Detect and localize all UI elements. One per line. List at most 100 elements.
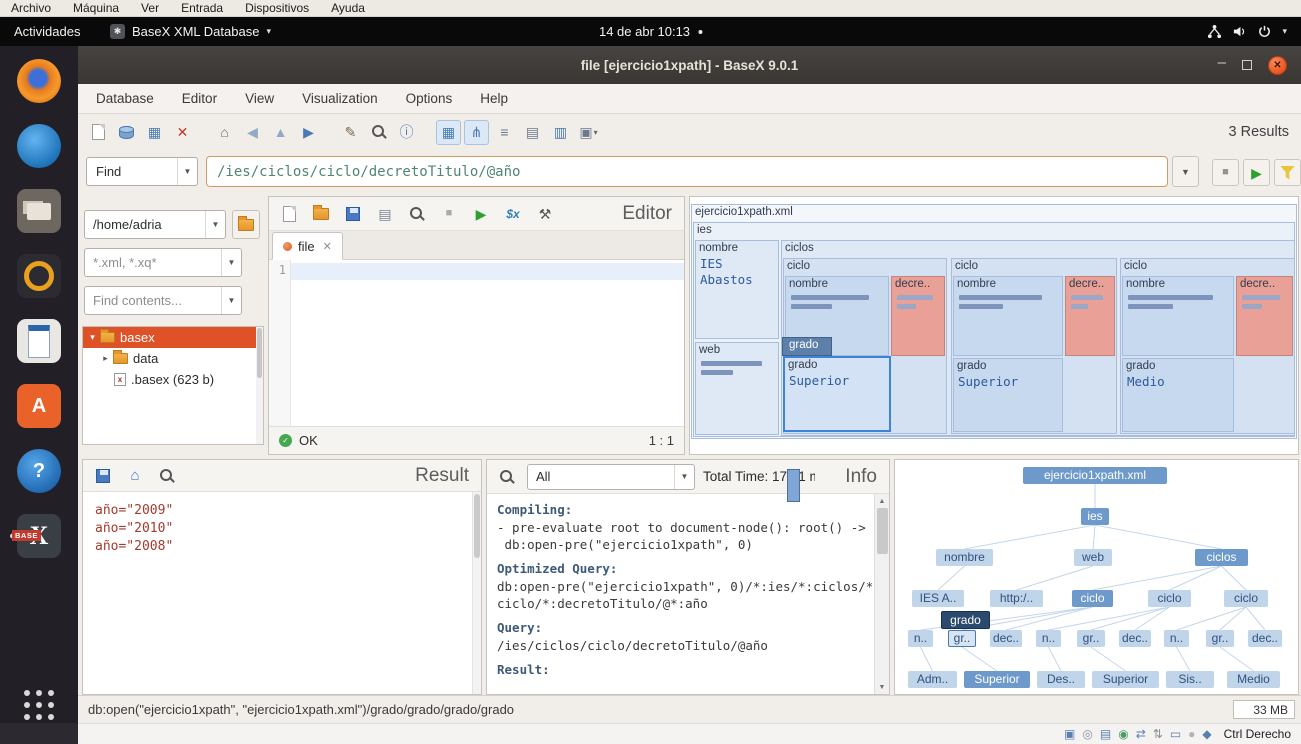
folder-view-button[interactable]: ≡ <box>492 120 517 145</box>
browse-folder-button[interactable] <box>232 210 260 239</box>
map-view-button[interactable]: ▦ <box>436 119 461 145</box>
scroll-thumb[interactable] <box>876 508 888 554</box>
dock-item-firefox[interactable] <box>7 58 71 104</box>
tree-node-dec3[interactable]: dec.. <box>1248 630 1282 647</box>
map-block-ies-nombre[interactable]: nombre IES Abastos <box>695 240 779 339</box>
dock-item-help[interactable]: ? <box>7 448 71 494</box>
appmenu-button[interactable]: ✱ BaseX XML Database ▾ <box>110 17 271 46</box>
menu-visualization[interactable]: Visualization <box>288 84 392 113</box>
tree-node-sis[interactable]: Sis.. <box>1166 671 1214 688</box>
home-button[interactable]: ⌂ <box>212 120 237 145</box>
find-button[interactable] <box>366 120 391 145</box>
editor-history-button[interactable]: ▤ <box>373 202 397 226</box>
editor-external-vars-button[interactable]: $x <box>501 202 525 226</box>
editor-open-button[interactable] <box>309 202 333 226</box>
editor-stop-button[interactable]: ■ <box>437 202 461 226</box>
tree-node-nombre[interactable]: nombre <box>936 549 993 566</box>
info-find-button[interactable] <box>495 465 519 489</box>
tree-node-dec2[interactable]: dec.. <box>1119 630 1151 647</box>
editor-save-button[interactable] <box>341 202 365 226</box>
close-database-button[interactable]: ✕ <box>170 120 195 145</box>
map-block-ciclo-1-grado[interactable]: grado Superior <box>783 356 891 432</box>
vbox-shared-folders-icon[interactable]: ▭ <box>1170 728 1181 740</box>
info-view-button[interactable]: ⓘ <box>394 120 419 145</box>
menu-help[interactable]: Help <box>466 84 522 113</box>
properties-button[interactable]: ▦ <box>142 120 167 145</box>
memory-indicator[interactable]: 33 MB <box>1233 700 1295 719</box>
vbox-hard-disks-icon[interactable]: ▤ <box>1100 728 1111 740</box>
tree-node-adm[interactable]: Adm.. <box>908 671 957 688</box>
maximize-button[interactable] <box>1242 60 1252 70</box>
dock-item-media-player[interactable] <box>7 253 71 299</box>
result-save-button[interactable] <box>91 464 115 488</box>
result-home-button[interactable]: ⌂ <box>123 464 147 488</box>
editor-packages-button[interactable]: ⚒ <box>533 202 557 226</box>
vbox-mouse-integration-icon[interactable]: ◆ <box>1202 728 1211 740</box>
menu-editor[interactable]: Editor <box>168 84 231 113</box>
tree-node-n2[interactable]: n.. <box>1036 630 1061 647</box>
tree-node-ciclos[interactable]: ciclos <box>1195 549 1248 566</box>
tree-node-ciclo2[interactable]: ciclo <box>1148 590 1191 607</box>
dock-item-ubuntu-software[interactable]: A <box>7 383 71 429</box>
tree-node-n1[interactable]: n.. <box>908 630 933 647</box>
editor-run-button[interactable]: ▶ <box>469 202 493 226</box>
clock-button[interactable]: 14 de abr 10:13 <box>599 17 703 46</box>
scroll-up-icon[interactable]: ▲ <box>879 494 886 508</box>
result-find-button[interactable] <box>155 464 179 488</box>
map-block-ciclo-2-grado[interactable]: grado Superior <box>953 358 1063 432</box>
find-contents-input[interactable] <box>85 293 221 308</box>
vm-menu-entrada[interactable]: Entrada <box>170 0 234 16</box>
vbox-display-icon[interactable]: ▣ <box>1064 728 1075 740</box>
map-block-ciclo-3-decreto[interactable]: decre.. <box>1236 276 1293 356</box>
vm-menu-ayuda[interactable]: Ayuda <box>320 0 376 16</box>
tree-item-basex-623-b[interactable]: x .basex (623 b) <box>83 369 263 390</box>
query-input[interactable] <box>206 156 1168 187</box>
menu-database[interactable]: Database <box>82 84 168 113</box>
editor-find-button[interactable] <box>405 202 429 226</box>
minimize-button[interactable]: – <box>1218 55 1226 70</box>
tree-node-gr1[interactable]: gr.. <box>948 630 976 647</box>
edit-button[interactable]: ✎ <box>338 120 363 145</box>
dock-item-basex[interactable]: XBASE <box>7 513 71 559</box>
run-button[interactable]: ▶ <box>1243 159 1270 186</box>
tree-view-button[interactable]: ⋔ <box>464 119 489 145</box>
info-scrollbar[interactable]: ▲ ▼ <box>874 494 889 694</box>
tree-node-http[interactable]: http:/.. <box>990 590 1043 607</box>
tab-file[interactable]: file ✕ <box>272 232 343 260</box>
activities-button[interactable]: Actividades <box>0 17 80 46</box>
tab-close-icon[interactable]: ✕ <box>323 240 332 253</box>
map-block-ciclo-2-nombre[interactable]: nombre <box>953 276 1063 356</box>
tree-node-root[interactable]: ejercicio1xpath.xml <box>1023 467 1167 484</box>
close-button[interactable]: ✕ <box>1268 55 1287 75</box>
map-block-ies-web[interactable]: web <box>695 342 779 435</box>
find-contents-select[interactable]: ▼ <box>84 286 242 315</box>
tree-node-medio[interactable]: Medio <box>1227 671 1280 688</box>
dock-item-thunderbird[interactable] <box>7 123 71 169</box>
vbox-optical-drives-icon[interactable]: ◎ <box>1082 728 1092 740</box>
tree-node-dec1[interactable]: dec.. <box>990 630 1022 647</box>
table-view-button[interactable]: ▥ <box>548 120 573 145</box>
vm-menu-dispositivos[interactable]: Dispositivos <box>234 0 320 16</box>
titlebar[interactable]: file [ejercicio1xpath] - BaseX 9.0.1 – ✕ <box>78 46 1301 84</box>
vm-menu-maquina[interactable]: Máquina <box>62 0 130 16</box>
vbox-network-icon[interactable]: ⇄ <box>1136 728 1146 740</box>
open-database-button[interactable] <box>114 120 139 145</box>
tree-node-ciclo1[interactable]: ciclo <box>1072 590 1113 607</box>
new-database-button[interactable] <box>86 120 111 145</box>
filter-button[interactable] <box>1274 159 1301 186</box>
menu-view[interactable]: View <box>231 84 288 113</box>
tree-node-ies[interactable]: ies <box>1081 508 1109 525</box>
info-filter-select[interactable]: All ▼ <box>527 463 695 490</box>
tree-node-web[interactable]: web <box>1074 549 1112 566</box>
map-block-ciclo-1-decreto[interactable]: decre.. <box>891 276 945 356</box>
map-block-ciclo-2-decreto[interactable]: decre.. <box>1065 276 1115 356</box>
tree-item-data[interactable]: ▸ data <box>83 348 263 369</box>
tree-node-sup1[interactable]: Superior <box>964 671 1030 688</box>
stop-button[interactable]: ■ <box>1212 159 1239 186</box>
forward-button[interactable]: ▶ <box>296 120 321 145</box>
search-scope-select[interactable]: Find ▼ <box>86 157 198 186</box>
tree-node-iesa[interactable]: IES A.. <box>912 590 964 607</box>
vbox-usb-icon[interactable]: ⇅ <box>1153 728 1163 740</box>
vm-menu-ver[interactable]: Ver <box>130 0 170 16</box>
grid-view-button[interactable]: ▤ <box>520 120 545 145</box>
